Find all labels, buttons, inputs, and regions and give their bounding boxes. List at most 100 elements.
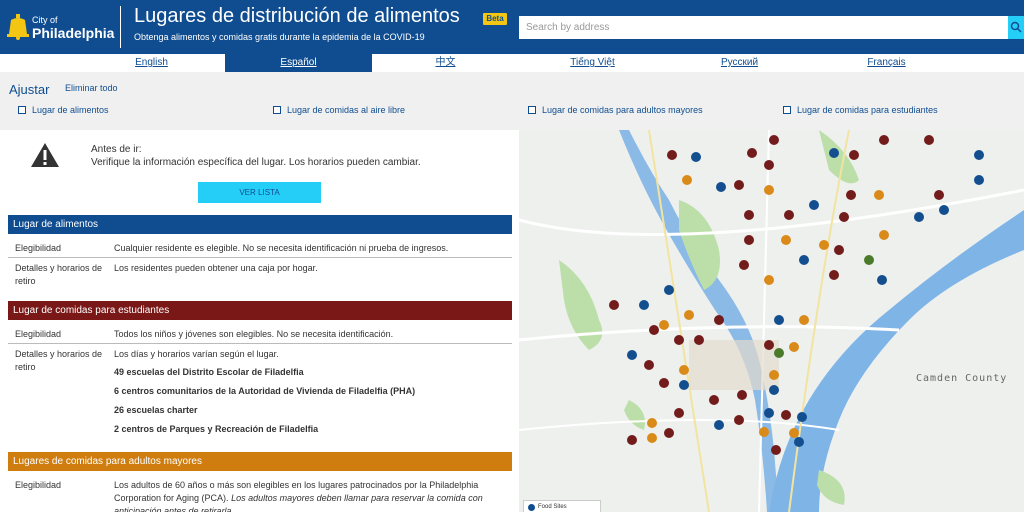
map-marker[interactable] <box>734 415 744 425</box>
map-marker[interactable] <box>849 150 859 160</box>
logo-philadelphia: Philadelphia <box>32 25 115 41</box>
map-marker[interactable] <box>769 385 779 395</box>
row-value: Los adultos de 60 años o más son elegibl… <box>114 479 499 512</box>
map-marker[interactable] <box>609 300 619 310</box>
map-marker[interactable] <box>734 180 744 190</box>
map-marker[interactable] <box>846 190 856 200</box>
map-marker[interactable] <box>739 260 749 270</box>
map-marker[interactable] <box>764 275 774 285</box>
map-marker[interactable] <box>674 408 684 418</box>
map-marker[interactable] <box>974 150 984 160</box>
map-marker[interactable] <box>774 315 784 325</box>
map-marker[interactable] <box>744 235 754 245</box>
map-marker[interactable] <box>764 160 774 170</box>
map-marker[interactable] <box>764 408 774 418</box>
map-marker[interactable] <box>664 428 674 438</box>
search-button[interactable] <box>1008 16 1024 39</box>
filter-food-site[interactable]: Lugar de alimentos <box>18 105 109 115</box>
map-marker[interactable] <box>864 255 874 265</box>
map-marker[interactable] <box>659 378 669 388</box>
map-marker[interactable] <box>781 410 791 420</box>
map-marker[interactable] <box>764 340 774 350</box>
map-marker[interactable] <box>769 370 779 380</box>
map-marker[interactable] <box>659 320 669 330</box>
outdoor-meal-checkbox[interactable] <box>273 106 281 114</box>
map-marker[interactable] <box>694 335 704 345</box>
view-list-button[interactable]: VER LISTA <box>198 182 321 203</box>
map-marker[interactable] <box>709 395 719 405</box>
food-site-checkbox[interactable] <box>18 106 26 114</box>
map-marker[interactable] <box>684 310 694 320</box>
map-marker[interactable] <box>664 285 674 295</box>
map-marker[interactable] <box>934 190 944 200</box>
map-marker[interactable] <box>794 437 804 447</box>
map-marker[interactable] <box>627 350 637 360</box>
map-marker[interactable] <box>644 360 654 370</box>
lang-russian[interactable]: Русский <box>666 54 813 72</box>
map-marker[interactable] <box>784 210 794 220</box>
map-marker[interactable] <box>924 135 934 145</box>
map-marker[interactable] <box>974 175 984 185</box>
map-marker[interactable] <box>834 245 844 255</box>
lang-espanol[interactable]: Español <box>225 54 372 72</box>
map-marker[interactable] <box>839 212 849 222</box>
map-marker[interactable] <box>879 230 889 240</box>
map-marker[interactable] <box>714 315 724 325</box>
map-marker[interactable] <box>639 300 649 310</box>
liberty-bell-icon <box>7 14 29 40</box>
map-marker[interactable] <box>799 255 809 265</box>
map-marker[interactable] <box>769 135 779 145</box>
row-label: Elegibilidad <box>15 243 62 253</box>
map-marker[interactable] <box>829 270 839 280</box>
lang-vietnamese[interactable]: Tiếng Việt <box>519 54 666 72</box>
map-marker[interactable] <box>649 325 659 335</box>
map-legend: Food Sites <box>523 500 601 512</box>
map-view[interactable] <box>519 130 1024 512</box>
filter-student-meal[interactable]: Lugar de comidas para estudiantes <box>783 105 938 115</box>
filter-senior-meal[interactable]: Lugar de comidas para adultos mayores <box>528 105 703 115</box>
map-marker[interactable] <box>667 150 677 160</box>
map-marker[interactable] <box>647 433 657 443</box>
map-marker[interactable] <box>764 185 774 195</box>
row-divider <box>8 257 512 258</box>
map-marker[interactable] <box>737 390 747 400</box>
map-marker[interactable] <box>674 335 684 345</box>
search-input[interactable] <box>519 16 1008 39</box>
map-marker[interactable] <box>914 212 924 222</box>
lang-french[interactable]: Français <box>813 54 960 72</box>
map-marker[interactable] <box>789 342 799 352</box>
lang-english[interactable]: English <box>78 54 225 72</box>
map-marker[interactable] <box>627 435 637 445</box>
student-meal-checkbox[interactable] <box>783 106 791 114</box>
filter-outdoor-meal[interactable]: Lugar de comidas al aire libre <box>273 105 405 115</box>
map-marker[interactable] <box>716 182 726 192</box>
map-marker[interactable] <box>781 235 791 245</box>
map-marker[interactable] <box>714 420 724 430</box>
map-marker[interactable] <box>679 365 689 375</box>
map-marker[interactable] <box>691 152 701 162</box>
map-marker[interactable] <box>799 315 809 325</box>
map-marker[interactable] <box>771 445 781 455</box>
map-marker[interactable] <box>647 418 657 428</box>
map-marker[interactable] <box>874 190 884 200</box>
city-logo[interactable]: City of Philadelphia <box>7 11 115 45</box>
map-marker[interactable] <box>797 412 807 422</box>
row-label: Detalles y horarios de retiro <box>15 349 103 372</box>
row-label: Elegibilidad <box>15 480 62 490</box>
map-marker[interactable] <box>829 148 839 158</box>
map-marker[interactable] <box>679 380 689 390</box>
map-marker[interactable] <box>759 427 769 437</box>
map-marker[interactable] <box>879 135 889 145</box>
map-marker[interactable] <box>747 148 757 158</box>
map-marker[interactable] <box>744 210 754 220</box>
lang-chinese[interactable]: 中文 <box>372 54 519 72</box>
map-marker[interactable] <box>682 175 692 185</box>
senior-meal-checkbox[interactable] <box>528 106 536 114</box>
map-marker[interactable] <box>819 240 829 250</box>
map-marker[interactable] <box>809 200 819 210</box>
section-food-site-header: Lugar de alimentos <box>8 215 512 234</box>
map-marker[interactable] <box>877 275 887 285</box>
map-marker[interactable] <box>939 205 949 215</box>
map-marker[interactable] <box>774 348 784 358</box>
clear-all-link[interactable]: Eliminar todo <box>65 83 118 93</box>
